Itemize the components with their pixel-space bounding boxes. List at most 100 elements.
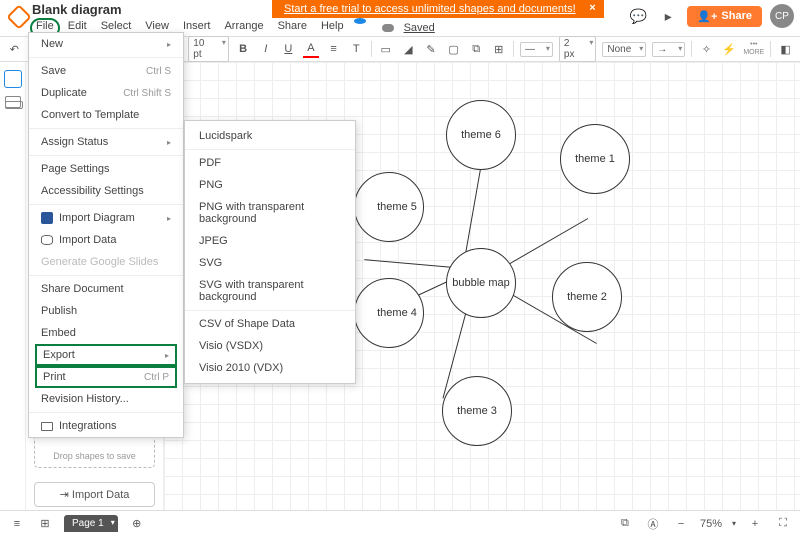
- left-rail: [0, 62, 26, 510]
- file-google-slides: Generate Google Slides: [29, 251, 183, 273]
- text-color-icon[interactable]: A: [303, 40, 320, 58]
- underline-icon[interactable]: U: [280, 40, 297, 58]
- font-size-combo[interactable]: 10 pt: [188, 36, 229, 62]
- node-theme3[interactable]: theme 3: [442, 376, 512, 446]
- file-accessibility[interactable]: Accessibility Settings: [29, 180, 183, 202]
- add-page-icon[interactable]: ⊕: [128, 515, 146, 533]
- file-save[interactable]: SaveCtrl S: [29, 60, 183, 82]
- undo-icon[interactable]: ↶: [6, 40, 23, 58]
- file-publish[interactable]: Publish: [29, 300, 183, 322]
- align-icon[interactable]: ≡: [325, 40, 342, 58]
- export-pdf[interactable]: PDF: [185, 152, 355, 174]
- fullscreen-icon[interactable]: ⛶: [774, 515, 792, 533]
- saved-status[interactable]: Saved: [376, 18, 447, 38]
- export-jpeg[interactable]: JPEG: [185, 230, 355, 252]
- shape-icon[interactable]: ▢: [445, 40, 462, 58]
- menu-help[interactable]: Help: [315, 18, 350, 38]
- node-theme5[interactable]: theme 5: [354, 172, 424, 242]
- chevron-right-icon: ▸: [165, 351, 169, 360]
- grid-view-icon[interactable]: ⊞: [36, 515, 54, 533]
- file-new[interactable]: New▸: [29, 33, 183, 55]
- cloud-icon: [382, 24, 394, 32]
- file-integrations[interactable]: Integrations: [29, 415, 183, 437]
- list-view-icon[interactable]: ≡: [8, 515, 26, 533]
- more-icon[interactable]: •••MORE: [743, 41, 764, 57]
- app-logo-icon[interactable]: [6, 4, 31, 29]
- line-style-combo[interactable]: None: [602, 42, 646, 57]
- export-submenu: Lucidspark PDF PNG PNG with transparent …: [184, 120, 356, 384]
- chevron-right-icon: ▸: [167, 40, 171, 49]
- file-dropdown: New▸ SaveCtrl S DuplicateCtrl Shift S Co…: [28, 32, 184, 438]
- grid-icon[interactable]: ⊞: [490, 40, 507, 58]
- layers-bottom-icon[interactable]: ⧉: [616, 515, 634, 533]
- menu-arrange[interactable]: Arrange: [218, 18, 269, 38]
- lightning-icon[interactable]: ⚡: [721, 40, 738, 58]
- zoom-in-icon[interactable]: +: [746, 515, 764, 533]
- sep: [770, 41, 771, 57]
- export-png[interactable]: PNG: [185, 174, 355, 196]
- avatar[interactable]: CP: [770, 4, 794, 28]
- present-icon[interactable]: ▸: [657, 6, 679, 26]
- node-center[interactable]: bubble map: [446, 248, 516, 318]
- file-convert-template[interactable]: Convert to Template: [29, 104, 183, 126]
- export-svg-transparent[interactable]: SVG with transparent background: [185, 274, 355, 308]
- briefcase-icon: [41, 422, 53, 431]
- file-export[interactable]: Export▸: [35, 344, 177, 366]
- file-import-data[interactable]: Import Data: [29, 229, 183, 251]
- node-theme6[interactable]: theme 6: [446, 100, 516, 170]
- file-page-settings[interactable]: Page Settings: [29, 158, 183, 180]
- doc-title[interactable]: Blank diagram: [32, 2, 122, 17]
- node-theme4[interactable]: theme 4: [354, 278, 424, 348]
- line-type-combo[interactable]: —: [520, 42, 553, 57]
- file-share-doc[interactable]: Share Document: [29, 278, 183, 300]
- status-dot-icon: [354, 18, 366, 24]
- comment-icon[interactable]: 💬: [627, 6, 649, 26]
- export-vdx[interactable]: Visio 2010 (VDX): [185, 357, 355, 379]
- chevron-right-icon: ▸: [167, 214, 171, 223]
- export-csv[interactable]: CSV of Shape Data: [185, 313, 355, 335]
- node-theme1[interactable]: theme 1: [560, 124, 630, 194]
- accessibility-icon[interactable]: Ⓐ: [644, 515, 662, 533]
- connector: [364, 259, 454, 268]
- import-data-button[interactable]: ⇥ Import Data: [34, 482, 155, 507]
- sep: [691, 41, 692, 57]
- text-size-icon[interactable]: T: [348, 40, 365, 58]
- sep: [371, 41, 372, 57]
- database-icon: [41, 235, 53, 245]
- node-theme2[interactable]: theme 2: [552, 262, 622, 332]
- zoom-dropdown-icon[interactable]: ▾: [732, 519, 736, 528]
- italic-icon[interactable]: I: [257, 40, 274, 58]
- export-png-transparent[interactable]: PNG with transparent background: [185, 196, 355, 230]
- stroke-width-combo[interactable]: 2 px: [559, 36, 596, 62]
- visio-icon: [41, 212, 53, 224]
- layers-icon[interactable]: ⧉: [468, 40, 485, 58]
- arrow-end-combo[interactable]: →: [652, 42, 685, 57]
- panel-toggle-icon[interactable]: ◧: [777, 40, 794, 58]
- export-vsdx[interactable]: Visio (VSDX): [185, 335, 355, 357]
- menu-share[interactable]: Share: [272, 18, 313, 38]
- data-panel-icon[interactable]: [5, 96, 21, 108]
- file-duplicate[interactable]: DuplicateCtrl Shift S: [29, 82, 183, 104]
- banner-text: Start a free trial to access unlimited s…: [284, 3, 576, 15]
- bold-icon[interactable]: B: [235, 40, 252, 58]
- file-assign-status[interactable]: Assign Status▸: [29, 131, 183, 153]
- export-lucidspark[interactable]: Lucidspark: [185, 125, 355, 147]
- magic-icon[interactable]: ✧: [698, 40, 715, 58]
- bucket-icon[interactable]: ◢: [400, 40, 417, 58]
- file-print[interactable]: PrintCtrl P: [35, 366, 177, 388]
- top-right-actions: 💬 ▸ 👤+ Share CP: [627, 4, 794, 28]
- shapes-panel-icon[interactable]: [4, 70, 22, 88]
- file-import-diagram[interactable]: Import Diagram▸: [29, 207, 183, 229]
- page-tab[interactable]: Page 1: [64, 515, 118, 532]
- close-icon[interactable]: ×: [589, 2, 595, 14]
- zoom-out-icon[interactable]: −: [672, 515, 690, 533]
- share-button[interactable]: 👤+ Share: [687, 6, 762, 27]
- zoom-level[interactable]: 75%: [700, 518, 722, 530]
- file-embed[interactable]: Embed: [29, 322, 183, 344]
- fill-icon[interactable]: ▭: [377, 40, 394, 58]
- trial-banner[interactable]: Start a free trial to access unlimited s…: [272, 0, 604, 18]
- line-color-icon[interactable]: ✎: [423, 40, 440, 58]
- export-svg[interactable]: SVG: [185, 252, 355, 274]
- chevron-right-icon: ▸: [167, 138, 171, 147]
- file-revision-history[interactable]: Revision History...: [29, 388, 183, 410]
